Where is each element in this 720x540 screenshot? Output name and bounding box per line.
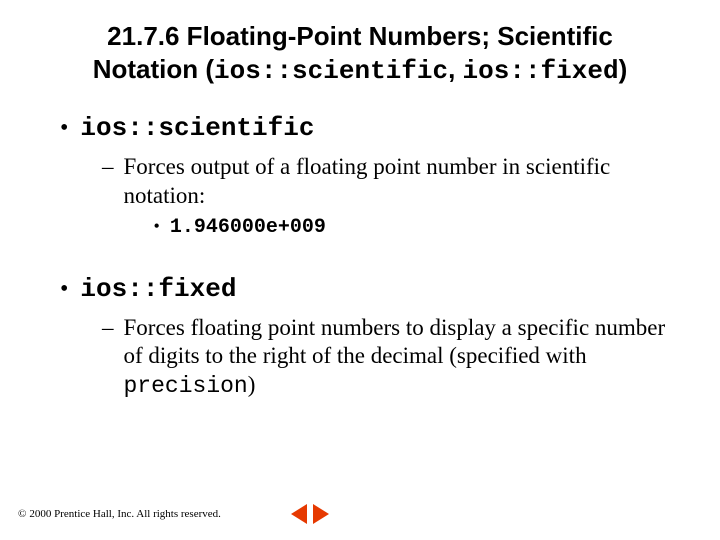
- sub-list: – Forces output of a floating point numb…: [60, 153, 680, 240]
- dash-icon: –: [102, 314, 114, 401]
- copyright: © 2000 Prentice Hall, Inc. All rights re…: [18, 508, 221, 520]
- list-item: – Forces output of a floating point numb…: [102, 153, 680, 240]
- sub-list: – Forces floating point numbers to displ…: [60, 314, 680, 401]
- sub-text: Forces output of a floating point number…: [124, 153, 681, 240]
- sub-text-before: Forces floating point numbers to display…: [124, 315, 666, 369]
- bullet-list: • ios::scientific – Forces output of a f…: [40, 113, 680, 401]
- copyright-icon: ©: [18, 508, 26, 520]
- sub-text-content: Forces output of a floating point number…: [124, 154, 611, 208]
- title-code-fixed: ios::fixed: [463, 56, 619, 86]
- title-code-scientific: ios::scientific: [214, 56, 448, 86]
- item-label-fixed: ios::fixed: [80, 274, 236, 304]
- item-label-scientific: ios::scientific: [80, 113, 314, 143]
- list-item: • 1.946000e+009: [154, 215, 681, 240]
- list-item: – Forces floating point numbers to displ…: [102, 314, 680, 401]
- list-item: • ios::fixed – Forces floating point num…: [60, 274, 680, 401]
- title-suffix: ): [619, 54, 628, 84]
- sub-text: Forces floating point numbers to display…: [124, 314, 681, 401]
- example-value: 1.946000e+009: [170, 215, 326, 240]
- bullet-dot-icon: •: [60, 116, 68, 140]
- bullet-dot-icon: •: [154, 215, 160, 238]
- footer: © 2000 Prentice Hall, Inc. All rights re…: [18, 504, 329, 524]
- copyright-text: 2000 Prentice Hall, Inc. All rights rese…: [29, 508, 221, 520]
- nav-arrows: [291, 504, 329, 524]
- list-item: • ios::scientific – Forces output of a f…: [60, 113, 680, 240]
- slide-title: 21.7.6 Floating-Point Numbers; Scientifi…: [60, 20, 660, 87]
- prev-slide-button[interactable]: [291, 504, 307, 524]
- bullet-dot-icon: •: [60, 277, 68, 301]
- slide: 21.7.6 Floating-Point Numbers; Scientifi…: [0, 0, 720, 540]
- dash-icon: –: [102, 153, 114, 240]
- subsub-list: • 1.946000e+009: [124, 215, 681, 240]
- sub-text-code: precision: [124, 373, 248, 399]
- sub-text-after: ): [248, 372, 256, 397]
- title-sep: ,: [448, 54, 462, 84]
- next-slide-button[interactable]: [313, 504, 329, 524]
